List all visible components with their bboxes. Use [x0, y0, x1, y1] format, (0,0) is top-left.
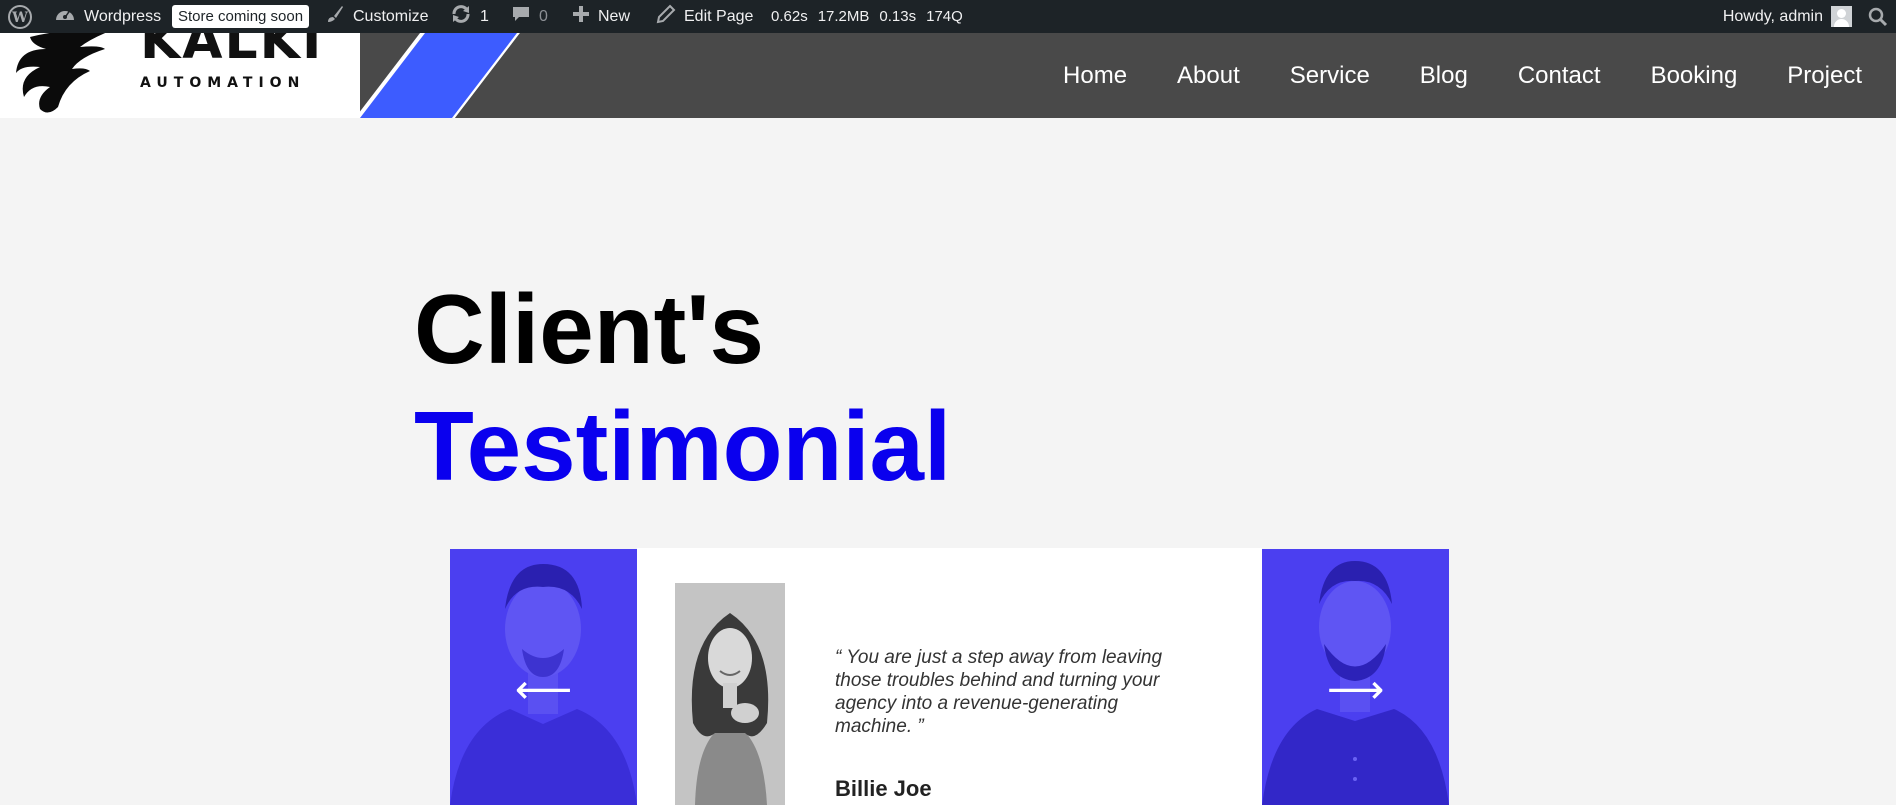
- comment-icon: [511, 4, 531, 29]
- testimonial-portrait: [675, 583, 785, 805]
- my-account-menu[interactable]: Howdy, admin: [1723, 0, 1852, 33]
- logo-subtext: AUTOMATION: [140, 75, 306, 91]
- query-monitor-stats[interactable]: 0.62s 17.2MB 0.13s 174Q: [771, 0, 973, 33]
- testimonial-card: “ You are just a step away from leaving …: [637, 548, 1262, 805]
- edit-page-link[interactable]: Edit Page: [656, 0, 753, 33]
- wordpress-logo-icon[interactable]: W: [8, 0, 32, 33]
- nav-booking[interactable]: Booking: [1651, 62, 1738, 90]
- comments-link[interactable]: 0: [511, 0, 548, 33]
- pencil-icon: [656, 4, 676, 29]
- section-heading-line1: Client's: [414, 274, 765, 384]
- logo-wordmark: KALKI: [140, 33, 324, 71]
- account-greeting: Howdy, admin: [1722, 7, 1823, 25]
- comments-count: 0: [539, 7, 548, 25]
- site-name: Wordpress: [84, 7, 162, 25]
- refresh-icon: [450, 4, 472, 29]
- dashboard-icon: [54, 4, 76, 29]
- avatar: [1831, 6, 1852, 27]
- nav-blog[interactable]: Blog: [1420, 62, 1468, 90]
- customize-label: Customize: [353, 7, 429, 25]
- header-slash-decoration: [355, 33, 520, 118]
- store-coming-soon-badge[interactable]: Store coming soon: [172, 0, 310, 33]
- query-time: 0.13s: [879, 8, 917, 25]
- plus-icon: [572, 5, 590, 28]
- admin-bar: W Wordpress Store coming soon Customize …: [0, 0, 1896, 33]
- testimonial-author: Billie Joe: [835, 776, 932, 801]
- site-header: KALKI AUTOMATION Home About Service Blog…: [0, 33, 1896, 118]
- logo-area[interactable]: KALKI AUTOMATION: [0, 33, 360, 118]
- nav-service[interactable]: Service: [1290, 62, 1370, 90]
- query-count: 174Q: [926, 8, 963, 25]
- search-icon[interactable]: [1868, 0, 1888, 33]
- logo-mark-icon: [16, 33, 106, 113]
- nav-project[interactable]: Project: [1787, 62, 1862, 90]
- page-time: 0.62s: [771, 8, 808, 25]
- arrow-right-icon[interactable]: ⟶: [1262, 667, 1449, 713]
- nav-home[interactable]: Home: [1063, 62, 1127, 90]
- testimonial-quote: “ You are just a step away from leaving …: [835, 647, 1163, 737]
- updates-link[interactable]: 1: [450, 0, 489, 33]
- brush-icon: [325, 4, 345, 29]
- customize-link[interactable]: Customize: [325, 0, 429, 33]
- edit-page-label: Edit Page: [684, 7, 754, 25]
- svg-text:W: W: [11, 10, 28, 26]
- nav-contact[interactable]: Contact: [1518, 62, 1601, 90]
- prev-testimonial-card[interactable]: ⟵: [450, 549, 637, 805]
- nav-about[interactable]: About: [1177, 62, 1240, 90]
- new-content-link[interactable]: New: [572, 0, 630, 33]
- memory-usage: 17.2MB: [817, 8, 870, 25]
- site-name-menu[interactable]: Wordpress: [54, 0, 161, 33]
- next-testimonial-card[interactable]: ⟶: [1262, 549, 1449, 805]
- testimonial-carousel: ⟵ “ You are just a step away from leavin…: [450, 548, 1450, 805]
- arrow-left-icon[interactable]: ⟵: [450, 667, 637, 713]
- updates-count: 1: [480, 7, 489, 25]
- section-heading-line2: Testimonial: [414, 391, 952, 501]
- new-label: New: [598, 7, 631, 25]
- main-nav: Home About Service Blog Contact Booking …: [1063, 33, 1896, 118]
